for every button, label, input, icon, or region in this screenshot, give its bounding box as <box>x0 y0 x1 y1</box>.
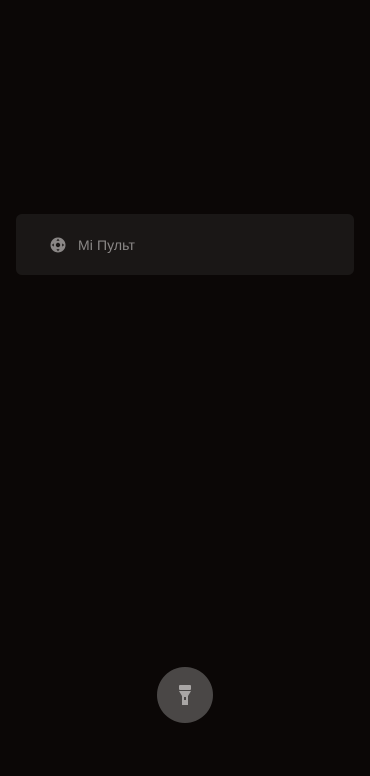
mi-remote-shortcut[interactable]: Mi Пульт <box>16 214 354 275</box>
flashlight-icon <box>176 684 194 706</box>
mi-remote-label: Mi Пульт <box>78 236 135 253</box>
remote-control-icon <box>50 237 66 253</box>
flashlight-button[interactable] <box>157 667 213 723</box>
lock-screen: Mi Пульт <box>0 0 370 776</box>
